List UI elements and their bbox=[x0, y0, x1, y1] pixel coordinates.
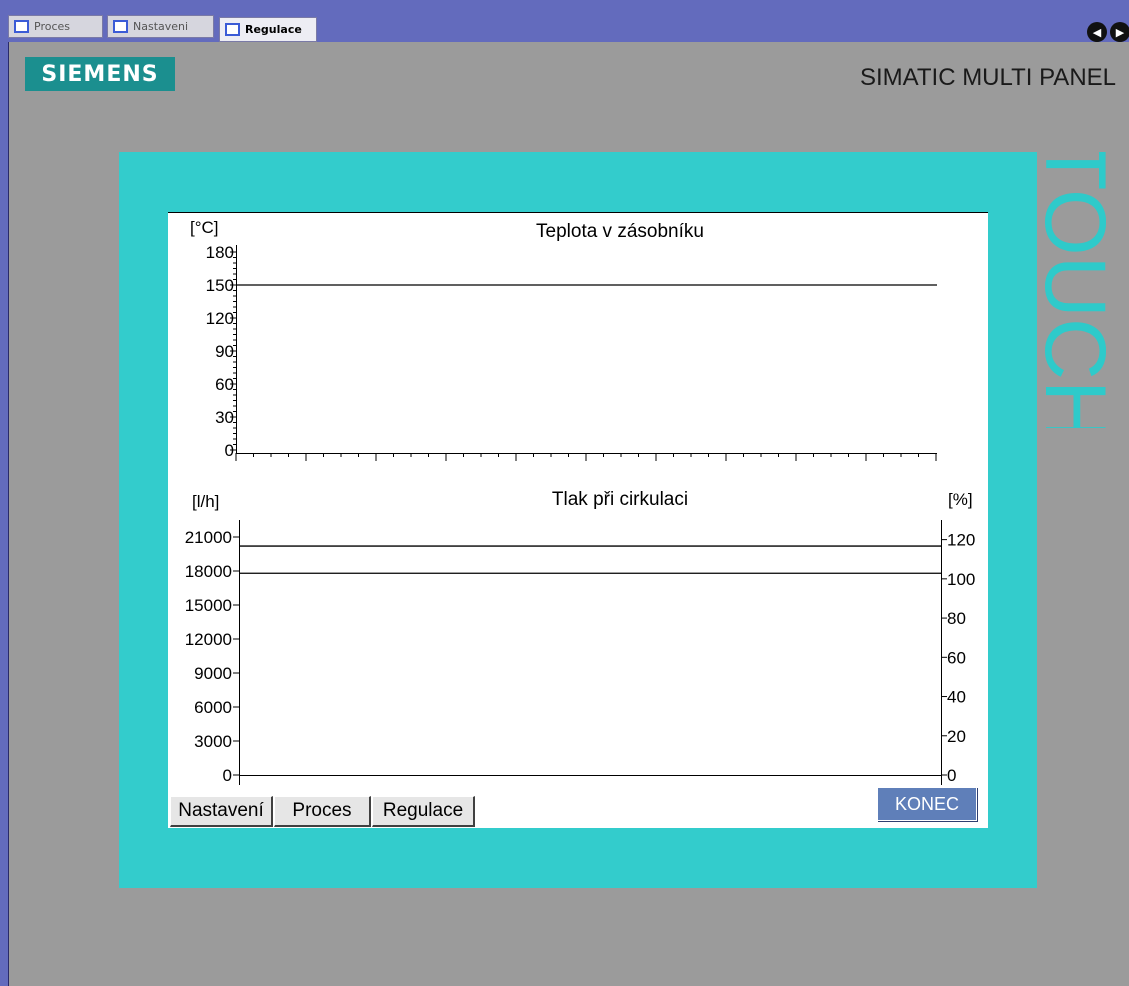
chart1-ytick-label: 90 bbox=[215, 342, 234, 361]
siemens-logo: SIEMENS bbox=[25, 57, 175, 91]
chart2-y2tick-label: 80 bbox=[947, 609, 966, 628]
screen-icon bbox=[14, 20, 29, 33]
tab-label: Nastaveni bbox=[133, 20, 189, 33]
tab-nastaveni[interactable]: Nastaveni bbox=[107, 15, 214, 38]
right-arrow-icon[interactable]: ▶ bbox=[1110, 22, 1129, 42]
brand-label: SIMATIC MULTI PANEL bbox=[859, 64, 1116, 91]
hmi-screen: [°C] Teplota v zásobníku 0 30 60 90 120 150 18… bbox=[168, 212, 988, 828]
tab-label: Regulace bbox=[245, 23, 302, 36]
chart1-ytick-label: 180 bbox=[206, 243, 234, 262]
tab-proces[interactable]: Proces bbox=[8, 15, 103, 38]
trend-charts: [°C] Teplota v zásobníku 0 30 60 90 120 150 18… bbox=[168, 212, 988, 785]
chart1-ytick-label: 0 bbox=[225, 441, 234, 460]
chart1-ytick-label: 120 bbox=[206, 309, 234, 328]
chart2-ytick-label: 3000 bbox=[194, 732, 232, 751]
touch-text: TOUCH bbox=[1044, 152, 1106, 428]
tab-regulace[interactable]: Regulace bbox=[219, 17, 317, 42]
left-arrow-icon[interactable]: ◀ bbox=[1087, 22, 1107, 42]
proces-button[interactable]: Proces bbox=[274, 796, 371, 827]
chart2-ytick-label: 12000 bbox=[185, 630, 232, 649]
touch-vertical-label: TOUCH bbox=[1044, 152, 1106, 428]
tab-bar: Proces Nastaveni Regulace ◀ ▶ bbox=[0, 0, 1129, 42]
chart1-yticks: 0 30 60 90 120 150 180 bbox=[206, 243, 236, 460]
chart1-ytick-label: 60 bbox=[215, 375, 234, 394]
chart2-ytick-label: 6000 bbox=[194, 698, 232, 717]
chart2-yticks: 0 3000 6000 9000 12000 15000 18000 21000 bbox=[185, 528, 239, 785]
chart2-ytick-label: 0 bbox=[223, 766, 232, 785]
window-frame bbox=[0, 42, 9, 986]
chart2-y2tick-label: 40 bbox=[947, 688, 966, 707]
chart1-ytick-label: 150 bbox=[206, 276, 234, 295]
chart2-y2tick-label: 0 bbox=[947, 766, 956, 785]
chart2-y2label: [%] bbox=[948, 490, 973, 509]
chart2-ytick-label: 21000 bbox=[185, 528, 232, 547]
chart2-y2tick-label: 60 bbox=[947, 648, 966, 667]
chart2-ytick-label: 15000 bbox=[185, 596, 232, 615]
tab-label: Proces bbox=[34, 20, 70, 33]
chart1-title: Teplota v zásobníku bbox=[536, 221, 704, 242]
chart2-ytick-label: 18000 bbox=[185, 562, 232, 581]
chart2-y2tick-label: 100 bbox=[947, 570, 975, 589]
chart2-ylabel: [l/h] bbox=[192, 492, 219, 511]
konec-button[interactable]: KONEC bbox=[877, 787, 977, 821]
chart2-series bbox=[239, 545, 941, 574]
chart1-ytick-label: 30 bbox=[215, 408, 234, 427]
chart1-xticks bbox=[235, 453, 937, 461]
screen-icon bbox=[225, 23, 240, 36]
chart2-y2ticks: 0 20 40 60 80 100 120 bbox=[941, 531, 975, 785]
nastaveni-button[interactable]: Nastavení bbox=[170, 796, 273, 827]
chart2-title: Tlak při cirkulaci bbox=[552, 489, 688, 510]
chart1-ylabel: [°C] bbox=[190, 218, 219, 237]
screen-icon bbox=[113, 20, 128, 33]
chart2-y2tick-label: 120 bbox=[947, 531, 975, 550]
regulace-button[interactable]: Regulace bbox=[372, 796, 475, 827]
chart2-ytick-label: 9000 bbox=[194, 664, 232, 683]
chart2-y2tick-label: 20 bbox=[947, 727, 966, 746]
